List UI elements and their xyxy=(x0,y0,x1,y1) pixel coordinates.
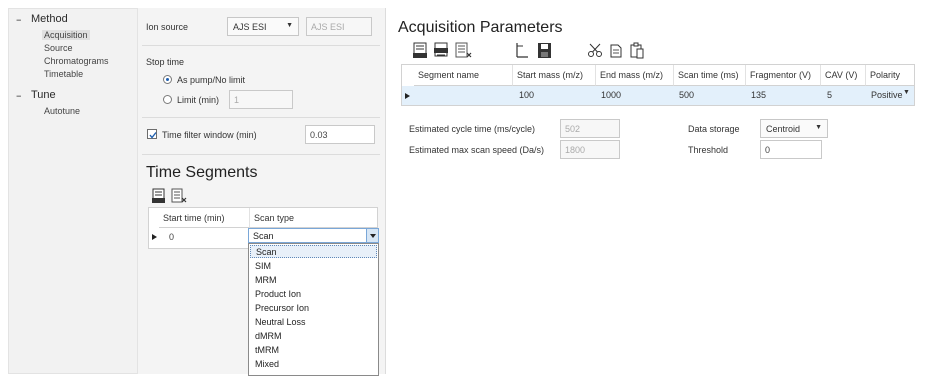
time-segments-title: Time Segments xyxy=(146,164,258,181)
divider xyxy=(142,154,380,155)
cav-cell[interactable]: 5 xyxy=(827,90,832,100)
fill-down-icon[interactable] xyxy=(514,42,531,59)
tree-item-autotune[interactable]: Autotune xyxy=(44,106,80,116)
scan-type-dropdown-list: Scan SIM MRM Product Ion Precursor Ion N… xyxy=(248,243,379,376)
stop-time-pump-label[interactable]: As pump/No limit xyxy=(177,75,245,85)
ion-source-value: AJS ESI xyxy=(233,22,267,32)
collapse-tune-icon[interactable]: – xyxy=(16,89,22,102)
scan-type-option-scan[interactable]: Scan xyxy=(250,245,377,258)
acquisition-panel: Acquisition Parameters Segment name Star… xyxy=(387,8,931,378)
threshold-label: Threshold xyxy=(688,145,729,155)
time-filter-label: Time filter window (min) xyxy=(162,130,257,140)
paste-icon[interactable] xyxy=(629,42,646,59)
add-segment-icon[interactable] xyxy=(152,188,168,204)
column-header-start-time[interactable]: Start time (min) xyxy=(159,208,250,228)
scan-type-option-tmrm[interactable]: tMRM xyxy=(250,344,377,357)
tree-item-acquisition[interactable]: Acquisition xyxy=(42,30,90,40)
scan-type-option-mrm[interactable]: MRM xyxy=(250,274,377,287)
delete-segment-icon[interactable] xyxy=(171,188,187,204)
start-mass-cell[interactable]: 100 xyxy=(519,90,534,100)
column-header-fragmentor[interactable]: Fragmentor (V) xyxy=(746,65,821,86)
divider xyxy=(142,45,380,46)
chevron-down-icon: ▼ xyxy=(286,22,293,29)
scan-type-option-product-ion[interactable]: Product Ion xyxy=(250,288,377,301)
data-storage-label: Data storage xyxy=(688,124,740,134)
time-filter-field[interactable]: 0.03 xyxy=(305,125,375,144)
chevron-down-icon xyxy=(370,234,376,238)
end-mass-cell[interactable]: 1000 xyxy=(601,90,621,100)
cut-icon[interactable] xyxy=(587,42,604,59)
ion-source-readonly-field: AJS ESI xyxy=(306,17,372,36)
current-row-icon xyxy=(405,93,410,99)
copy-icon[interactable] xyxy=(608,42,625,59)
threshold-field[interactable]: 0 xyxy=(760,140,822,159)
scan-type-option-precursor-ion[interactable]: Precursor Ion xyxy=(250,302,377,315)
tree-node-method[interactable]: Method xyxy=(31,13,68,25)
stop-time-limit-field[interactable]: 1 xyxy=(229,90,293,109)
add-row-icon[interactable] xyxy=(413,42,430,59)
delete-row-icon[interactable] xyxy=(455,42,472,59)
chevron-down-icon: ▼ xyxy=(815,124,822,131)
column-header-segment-name[interactable]: Segment name xyxy=(414,65,513,86)
scan-speed-label: Estimated max scan speed (Da/s) xyxy=(409,145,545,155)
insert-row-icon[interactable] xyxy=(434,42,451,59)
acquisition-table: Segment name Start mass (m/z) End mass (… xyxy=(401,64,915,106)
column-header-start-mass[interactable]: Start mass (m/z) xyxy=(513,65,596,86)
polarity-cell[interactable]: Positive xyxy=(871,90,903,100)
tree-item-chromatograms[interactable]: Chromatograms xyxy=(44,56,109,66)
ion-source-select[interactable]: AJS ESI ▼ xyxy=(227,17,299,36)
cycle-time-field: 502 xyxy=(560,119,620,138)
stop-time-limit-radio[interactable] xyxy=(163,95,172,104)
column-header-polarity[interactable]: Polarity xyxy=(866,65,914,86)
scan-type-option-neutral-loss[interactable]: Neutral Loss xyxy=(250,316,377,329)
collapse-method-icon[interactable]: – xyxy=(16,13,22,26)
scan-time-cell[interactable]: 500 xyxy=(679,90,694,100)
column-header-scan-time[interactable]: Scan time (ms) xyxy=(674,65,746,86)
scan-type-option-mixed[interactable]: Mixed xyxy=(250,358,377,371)
scan-speed-field: 1800 xyxy=(560,140,620,159)
scan-type-dropdown-button[interactable] xyxy=(366,229,378,242)
stop-time-pump-radio[interactable] xyxy=(163,75,172,84)
column-header-cav[interactable]: CAV (V) xyxy=(821,65,866,86)
ion-source-label: Ion source xyxy=(146,22,189,32)
divider xyxy=(142,117,380,118)
scan-type-option-sim[interactable]: SIM xyxy=(250,260,377,273)
cycle-time-label: Estimated cycle time (ms/cycle) xyxy=(409,124,536,134)
save-icon[interactable] xyxy=(536,42,553,59)
scan-type-option-dmrm[interactable]: dMRM xyxy=(250,330,377,343)
scan-type-value: Scan xyxy=(253,231,274,241)
tree-item-timetable[interactable]: Timetable xyxy=(44,69,83,79)
table-row[interactable]: 100 1000 500 135 5 Positive ▼ xyxy=(402,86,914,105)
data-storage-value: Centroid xyxy=(766,124,801,134)
method-tree: – Method Acquisition Source Chromatogram… xyxy=(8,8,138,374)
current-row-icon xyxy=(152,234,157,240)
stop-time-limit-label[interactable]: Limit (min) xyxy=(177,95,219,105)
stop-time-label: Stop time xyxy=(146,57,185,67)
fragmentor-cell[interactable]: 135 xyxy=(751,90,766,100)
data-storage-select[interactable]: Centroid ▼ xyxy=(760,119,828,138)
tree-node-tune[interactable]: Tune xyxy=(31,89,56,101)
column-header-scan-type[interactable]: Scan type xyxy=(250,208,377,228)
checkmark-icon xyxy=(149,132,157,139)
acquisition-parameters-title: Acquisition Parameters xyxy=(398,19,563,36)
time-filter-checkbox[interactable] xyxy=(147,129,157,139)
polarity-chevron-down-icon[interactable]: ▼ xyxy=(903,89,910,96)
segment-start-time-cell[interactable]: 0 xyxy=(169,232,174,242)
column-header-end-mass[interactable]: End mass (m/z) xyxy=(596,65,674,86)
scan-type-combo[interactable]: Scan xyxy=(248,228,379,243)
tree-item-source[interactable]: Source xyxy=(44,43,73,53)
